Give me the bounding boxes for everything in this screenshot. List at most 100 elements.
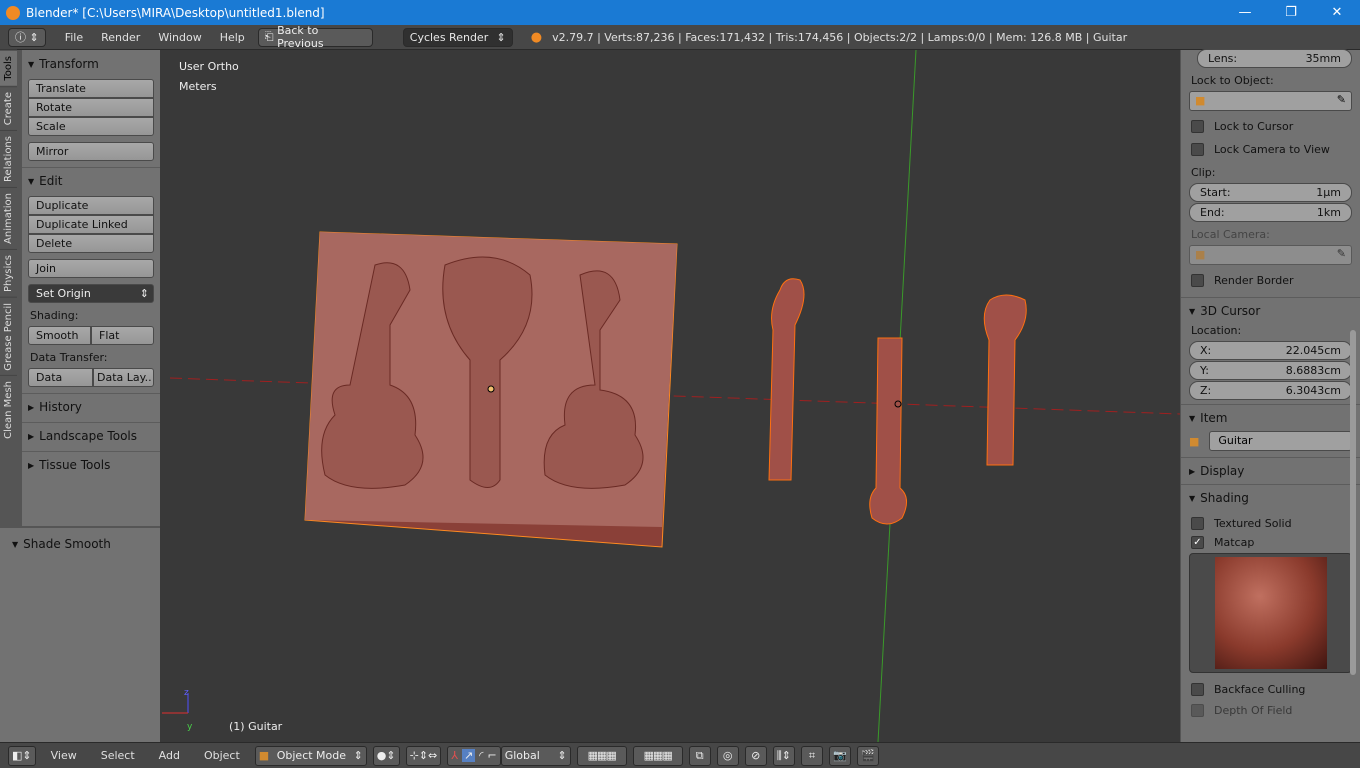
pivot-point-select[interactable]: ⊹⇕⇔ — [405, 745, 442, 766]
menu-select[interactable]: Select — [92, 749, 144, 762]
tab-relations[interactable]: Relations — [0, 129, 17, 187]
eyedropper-icon[interactable]: ✎ — [1337, 93, 1346, 106]
menu-window[interactable]: Window — [149, 31, 210, 44]
join-button[interactable]: Join — [28, 259, 154, 278]
tab-clean-mesh[interactable]: Clean Mesh — [0, 375, 17, 445]
backface-culling-checkbox[interactable]: Backface Culling — [1191, 683, 1352, 696]
duplicate-button[interactable]: Duplicate — [28, 196, 154, 215]
layers-group-1[interactable]: ▦▦▦ — [576, 745, 627, 766]
render-engine-select[interactable]: Cycles Render ⇕ — [402, 27, 513, 47]
lens-field[interactable]: Lens: 35mm — [1197, 49, 1352, 68]
textured-solid-label: Textured Solid — [1214, 517, 1292, 530]
tab-animation[interactable]: Animation — [0, 186, 17, 249]
object-name-field[interactable]: Guitar — [1209, 431, 1352, 451]
object-cube-icon: ■ — [1195, 94, 1206, 107]
start-value: 1µm — [1316, 186, 1341, 199]
menu-render[interactable]: Render — [92, 31, 149, 44]
scale-button[interactable]: Scale — [28, 117, 154, 136]
maximize-button[interactable]: ❐ — [1268, 0, 1314, 25]
set-origin-select[interactable]: Set Origin ⇕ — [28, 284, 154, 303]
viewport-shading-select[interactable]: ●⇕ — [372, 745, 400, 766]
rotate-button[interactable]: Rotate — [28, 98, 154, 117]
tissue-tools-panel-header[interactable]: Tissue Tools — [28, 458, 154, 472]
display-panel-header[interactable]: Display — [1189, 464, 1352, 478]
minimize-button[interactable]: — — [1222, 0, 1268, 25]
data-transfer-label: Data Transfer: — [30, 351, 108, 364]
eyedropper-icon[interactable]: ✎ — [1337, 247, 1346, 260]
backface-culling-label: Backface Culling — [1214, 683, 1306, 696]
lock-object-field[interactable]: ■ ✎ — [1189, 91, 1352, 111]
3d-viewport[interactable]: User Ortho Meters z y (1) Guitar — [160, 50, 1180, 742]
manipulator-icon[interactable]: ⅄ — [451, 749, 458, 762]
rotate-manipulator-icon[interactable]: ◜ — [479, 749, 483, 762]
data-button[interactable]: Data — [28, 368, 93, 387]
matcap-checkbox[interactable]: ✓ Matcap — [1191, 536, 1352, 549]
menu-view[interactable]: View — [42, 749, 86, 762]
render-image-icon[interactable]: 📷 — [829, 745, 851, 766]
clip-start-field[interactable]: Start: 1µm — [1189, 183, 1352, 202]
render-border-label: Render Border — [1214, 274, 1294, 287]
snap-target-icon[interactable]: ⌗ — [801, 745, 823, 766]
tab-grease-pencil[interactable]: Grease Pencil — [0, 296, 17, 376]
snap-element-icon[interactable]: ⫼⇕ — [772, 745, 795, 766]
menu-help[interactable]: Help — [211, 31, 254, 44]
history-panel-header[interactable]: History — [28, 400, 154, 414]
render-animation-icon[interactable]: 🎬 — [857, 745, 879, 766]
matcap-preview[interactable] — [1189, 553, 1352, 673]
flat-button[interactable]: Flat — [91, 326, 154, 345]
editor-type-3d-view-icon[interactable]: ◧⇕ — [8, 745, 36, 766]
axis-z-label: z — [184, 688, 189, 698]
3d-view-header: ◧⇕ View Select Add Object ■ Object Mode ⇕ … — [0, 742, 1360, 768]
3d-cursor-panel-header[interactable]: 3D Cursor — [1189, 304, 1352, 318]
scene-canvas[interactable] — [160, 50, 1180, 742]
edit-panel-header[interactable]: Edit — [28, 174, 154, 188]
delete-button[interactable]: Delete — [28, 234, 154, 253]
mode-label: Object Mode — [276, 749, 347, 762]
local-camera-field[interactable]: ■ ✎ — [1189, 245, 1352, 265]
tab-physics[interactable]: Physics — [0, 248, 17, 297]
item-panel-header[interactable]: Item — [1189, 411, 1352, 425]
y-value: 8.6883cm — [1285, 364, 1341, 377]
menu-add[interactable]: Add — [150, 749, 189, 762]
editor-type-info-icon[interactable]: ⓘ ⇕ — [8, 27, 46, 47]
duplicate-linked-button[interactable]: Duplicate Linked — [28, 215, 154, 234]
location-label: Location: — [1191, 324, 1242, 337]
translate-manipulator-icon[interactable]: ↗ — [462, 749, 476, 762]
depth-of-field-checkbox[interactable]: Depth Of Field — [1191, 704, 1352, 717]
orientation-select[interactable]: Global ⇕ — [500, 745, 571, 766]
cursor-x-field[interactable]: X: 22.045cm — [1189, 341, 1352, 360]
smooth-button[interactable]: Smooth — [28, 326, 91, 345]
scale-manipulator-icon[interactable]: ⌐ — [488, 749, 497, 762]
translate-button[interactable]: Translate — [28, 79, 154, 98]
close-button[interactable]: ✕ — [1314, 0, 1360, 25]
menu-file[interactable]: File — [56, 31, 92, 44]
lock-to-cursor-checkbox[interactable]: Lock to Cursor — [1191, 120, 1352, 133]
render-border-checkbox[interactable]: Render Border — [1191, 274, 1352, 287]
clip-end-field[interactable]: End: 1km — [1189, 203, 1352, 222]
tab-tools[interactable]: Tools — [0, 50, 17, 86]
shade-smooth-panel-header[interactable]: Shade Smooth — [12, 537, 148, 551]
cursor-z-field[interactable]: Z: 6.3043cm — [1189, 381, 1352, 400]
back-to-previous-button[interactable]: ⎗ Back to Previous — [257, 24, 373, 50]
data-layout-button[interactable]: Data Lay.. — [93, 368, 154, 387]
lens-label: Lens: — [1208, 52, 1238, 65]
landscape-tools-panel-header[interactable]: Landscape Tools — [28, 429, 154, 443]
proportional-edit-icon[interactable]: ◎ — [716, 745, 739, 766]
transform-panel-header[interactable]: Transform — [28, 57, 154, 71]
start-label: Start: — [1200, 186, 1231, 199]
matcap-label: Matcap — [1214, 536, 1255, 549]
tab-create[interactable]: Create — [0, 85, 17, 130]
menu-object[interactable]: Object — [195, 749, 249, 762]
manipulator-buttons[interactable]: ⅄ ↗ ◜ ⌐ — [447, 745, 501, 766]
cursor-y-field[interactable]: Y: 8.6883cm — [1189, 361, 1352, 380]
snap-icon[interactable]: ⊘ — [744, 745, 767, 766]
shading-label: Shading: — [30, 309, 79, 322]
shading-panel-header[interactable]: Shading — [1189, 491, 1352, 505]
mode-select[interactable]: ■ Object Mode ⇕ — [254, 745, 367, 766]
lock-camera-checkbox[interactable]: Lock Camera to View — [1191, 143, 1352, 156]
layers-group-2[interactable]: ▦▦▦ — [632, 745, 683, 766]
textured-solid-checkbox[interactable]: Textured Solid — [1191, 517, 1352, 530]
lock-layers-icon[interactable]: ⧉ — [688, 745, 711, 766]
properties-scrollbar[interactable] — [1350, 330, 1356, 675]
mirror-button[interactable]: Mirror — [28, 142, 154, 161]
